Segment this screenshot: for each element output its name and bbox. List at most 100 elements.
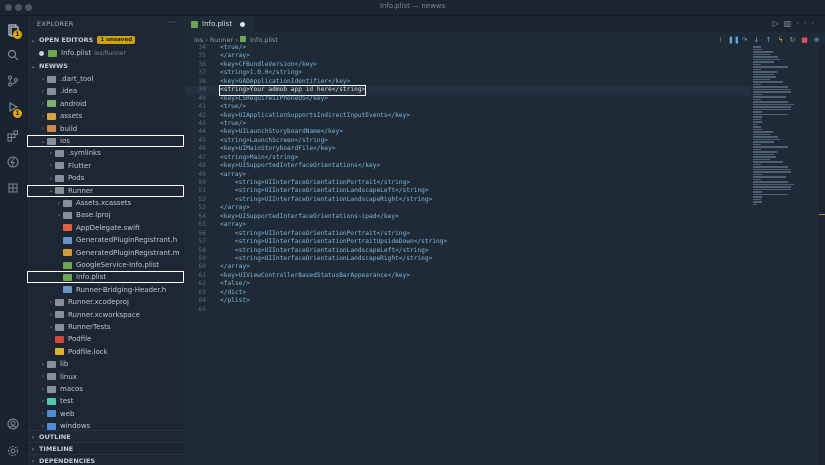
tree-item-runner-bridging-header-h[interactable]: Runner-Bridging-Header.h [27, 284, 184, 296]
code-line[interactable]: 57 <string>UIInterfaceOrientationPortrai… [185, 238, 750, 246]
split-editor-icon[interactable]: ▥ [784, 19, 797, 28]
run-icon[interactable]: ▷ [773, 19, 784, 28]
tree-item-googleservice-info-plist[interactable]: GoogleService-Info.plist [27, 259, 184, 271]
hot-reload-icon[interactable]: ϟ [776, 36, 785, 44]
code-line[interactable]: 51 <string>UIInterfaceOrientationLandsca… [185, 187, 750, 195]
account-icon[interactable] [5, 416, 21, 432]
tree-item-idea[interactable]: › .idea [27, 85, 184, 97]
tree-item-runner[interactable]: ⌄ Runner [27, 184, 184, 197]
minimap[interactable] [753, 46, 803, 205]
tree-item-runner-xcodeproj[interactable]: › Runner.xcodeproj [27, 296, 184, 308]
tree-item-podfile-lock[interactable]: Podfile.lock [27, 346, 184, 358]
more-actions-icon[interactable]: ··· [796, 19, 819, 28]
code-line[interactable]: 35 </array> [185, 52, 750, 60]
tree-item-flutter[interactable]: › Flutter [27, 160, 184, 172]
tree-item-symlinks[interactable]: › .symlinks [27, 147, 184, 159]
tree-item-dart-tool[interactable]: › .dart_tool [27, 73, 184, 85]
code-line[interactable]: 37 <string>1.0.0</string> [185, 69, 750, 77]
code-line[interactable]: 34 <true/> [185, 44, 750, 52]
tree-item-base-lproj[interactable]: › Base.lproj [27, 209, 184, 221]
code-line[interactable]: 55 <array> [185, 221, 750, 229]
code-line[interactable]: 40 <key>LSRequiresIPhoneOS</key> [185, 95, 750, 103]
pause-icon[interactable]: ❚❚ [728, 36, 740, 44]
stop-icon[interactable]: ■ [800, 36, 809, 44]
breadcrumb-runner[interactable]: Runner [210, 36, 233, 44]
code-line[interactable]: 41 <true/> [185, 103, 750, 111]
code-line[interactable]: 52 <string>UIInterfaceOrientationLandsca… [185, 196, 750, 204]
tree-item-pods[interactable]: › Pods [27, 172, 184, 184]
tree-item-label: build [60, 124, 78, 133]
step-into-icon[interactable]: ↓ [752, 36, 761, 44]
tree-item-runner-xcworkspace[interactable]: › Runner.xcworkspace [27, 309, 184, 321]
drag-handle-icon[interactable]: ⁞ [716, 36, 725, 44]
tree-item-ios[interactable]: ⌄ ios [27, 135, 184, 147]
tree-item-lib[interactable]: › lib [27, 358, 184, 370]
bookmark-icon[interactable] [5, 180, 21, 196]
source-control-icon[interactable] [5, 73, 21, 89]
workspace-section[interactable]: ⌄ NEWWS [27, 60, 184, 72]
code-editor[interactable]: 34 <true/> 35 </array> 36 <key>CFBundleVersio… [185, 44, 750, 314]
tree-item-assets[interactable]: › assets [27, 110, 184, 122]
tree-item-linux[interactable]: › linux [27, 371, 184, 383]
code-line[interactable]: 39 <string>Your admob app id here</string… [185, 85, 750, 96]
step-out-icon[interactable]: ↑ [764, 36, 773, 44]
settings-gear-icon[interactable] [5, 443, 21, 459]
restart-icon[interactable]: ↻ [788, 36, 797, 44]
code-line[interactable]: 44 <key>UILaunchStoryboardName</key> [185, 128, 750, 136]
code-line[interactable]: 45 <string>LaunchScreen</string> [185, 137, 750, 145]
search-icon[interactable] [5, 47, 21, 63]
minimap-line [753, 53, 771, 55]
tree-item-generatedpluginregistrant-m[interactable]: GeneratedPluginRegistrant.m [27, 247, 184, 259]
tree-item-appdelegate-swift[interactable]: AppDelegate.swift [27, 222, 184, 234]
extensions-icon[interactable] [5, 128, 21, 144]
tree-item-label: Podfile.lock [68, 347, 108, 356]
code-line[interactable]: 60 </array> [185, 263, 750, 271]
code-line[interactable]: 38 <key>GADApplicationIdentifier</key> [185, 78, 750, 86]
breadcrumb-file[interactable]: Info.plist [250, 36, 278, 44]
code-line[interactable]: 58 <string>UIInterfaceOrientationLandsca… [185, 247, 750, 255]
open-editors-section[interactable]: ⌄ OPEN EDITORS 1 unsaved [27, 34, 184, 46]
tree-item-test[interactable]: › test [27, 395, 184, 407]
code-line[interactable]: 64 </plist> [185, 297, 750, 305]
code-line[interactable]: 65 [185, 306, 750, 314]
tree-item-info-plist[interactable]: Info.plist [27, 271, 184, 284]
code-line[interactable]: 36 <key>CFBundleVersion</key> [185, 61, 750, 69]
tree-item-macos[interactable]: › macos [27, 383, 184, 395]
code-line[interactable]: 61 <key>UIViewControllerBasedStatusBarApp… [185, 272, 750, 280]
tree-item-android[interactable]: › android [27, 98, 184, 110]
code-line[interactable]: 63 </dict> [185, 289, 750, 297]
line-number: 45 [198, 136, 206, 144]
code-line[interactable]: 46 <key>UIMainStoryboardFile</key> [185, 145, 750, 153]
tab-info-plist[interactable]: Info.plist [185, 16, 255, 32]
code-line[interactable]: 53 </array> [185, 204, 750, 212]
code-line[interactable]: 49 <array> [185, 171, 750, 179]
code-line[interactable]: 48 <key>UISupportedInterfaceOrientations<… [185, 162, 750, 170]
code-line[interactable]: 42 <key>UIApplicationSupportsIndirectInpu… [185, 112, 750, 120]
tree-item-runnertests[interactable]: › RunnerTests [27, 321, 184, 333]
tree-item-assets-xcassets[interactable]: › Assets.xcassets [27, 197, 184, 209]
chevron-right-icon: › [49, 162, 53, 170]
code-line[interactable]: 43 <true/> [185, 120, 750, 128]
line-number: 51 [198, 187, 206, 195]
step-over-icon[interactable]: ↷ [740, 36, 749, 44]
tree-item-podfile[interactable]: Podfile [27, 333, 184, 345]
breadcrumb-ios[interactable]: ios [194, 36, 203, 44]
code-line[interactable]: 54 <key>UISupportedInterfaceOrientations~… [185, 213, 750, 221]
minimap-line [753, 83, 762, 85]
tree-item-build[interactable]: › build [27, 123, 184, 135]
code-line[interactable]: 59 <string>UIInterfaceOrientationLandsca… [185, 255, 750, 263]
line-text: <string>UIInterfaceOrientationLandscapeR… [220, 195, 433, 203]
flutter-icon[interactable] [5, 154, 21, 170]
tree-item-generatedpluginregistrant-h[interactable]: GeneratedPluginRegistrant.h [27, 234, 184, 246]
more-actions-icon[interactable]: ··· [168, 18, 176, 27]
code-line[interactable]: 50 <string>UIInterfaceOrientationPortrai… [185, 179, 750, 187]
code-line[interactable]: 56 <string>UIInterfaceOrientationPortrai… [185, 230, 750, 238]
vertical-scrollbar[interactable] [819, 44, 825, 465]
open-editor-item[interactable]: Info.plist ios/Runner [27, 47, 184, 59]
tree-item-web[interactable]: › web [27, 408, 184, 420]
inspect-icon[interactable]: ⊕ [812, 36, 821, 44]
unsaved-dot-icon[interactable] [240, 21, 246, 27]
code-line[interactable]: 62 <false/> [185, 280, 750, 288]
code-line[interactable]: 47 <string>Main</string> [185, 154, 750, 162]
dependencies-section[interactable]: › DEPENDENCIES [27, 454, 184, 465]
